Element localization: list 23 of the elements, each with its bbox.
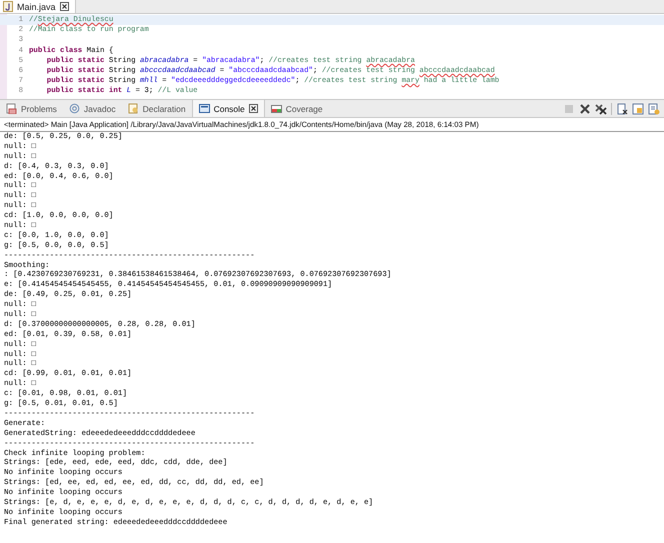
tab-label: Declaration bbox=[142, 104, 186, 114]
document-icon[interactable] bbox=[616, 102, 628, 114]
problems-icon bbox=[6, 103, 17, 114]
view-tab[interactable]: Javadoc bbox=[62, 100, 122, 117]
double-x-icon[interactable] bbox=[595, 102, 607, 114]
coverage-icon bbox=[270, 103, 282, 114]
tab-label: Problems bbox=[21, 104, 57, 114]
tab-label: Main.java bbox=[17, 2, 56, 12]
close-icon bbox=[248, 104, 258, 113]
tab-label: Coverage bbox=[286, 104, 323, 114]
view-tab[interactable]: Console bbox=[192, 100, 265, 117]
view-tab[interactable]: Coverage bbox=[264, 100, 329, 117]
java-file-icon bbox=[3, 1, 13, 12]
close-icon bbox=[60, 2, 69, 11]
editor-tab[interactable]: Main.java bbox=[0, 0, 76, 13]
declaration-icon bbox=[128, 103, 139, 114]
tab-label: Javadoc bbox=[84, 104, 116, 114]
tab-label: Console bbox=[214, 104, 245, 114]
at-sign-icon bbox=[68, 103, 80, 114]
view-tab[interactable]: Declaration bbox=[122, 100, 192, 117]
view-tab[interactable]: Problems bbox=[0, 100, 63, 117]
console-icon bbox=[198, 103, 210, 114]
close-icon[interactable] bbox=[579, 102, 591, 114]
